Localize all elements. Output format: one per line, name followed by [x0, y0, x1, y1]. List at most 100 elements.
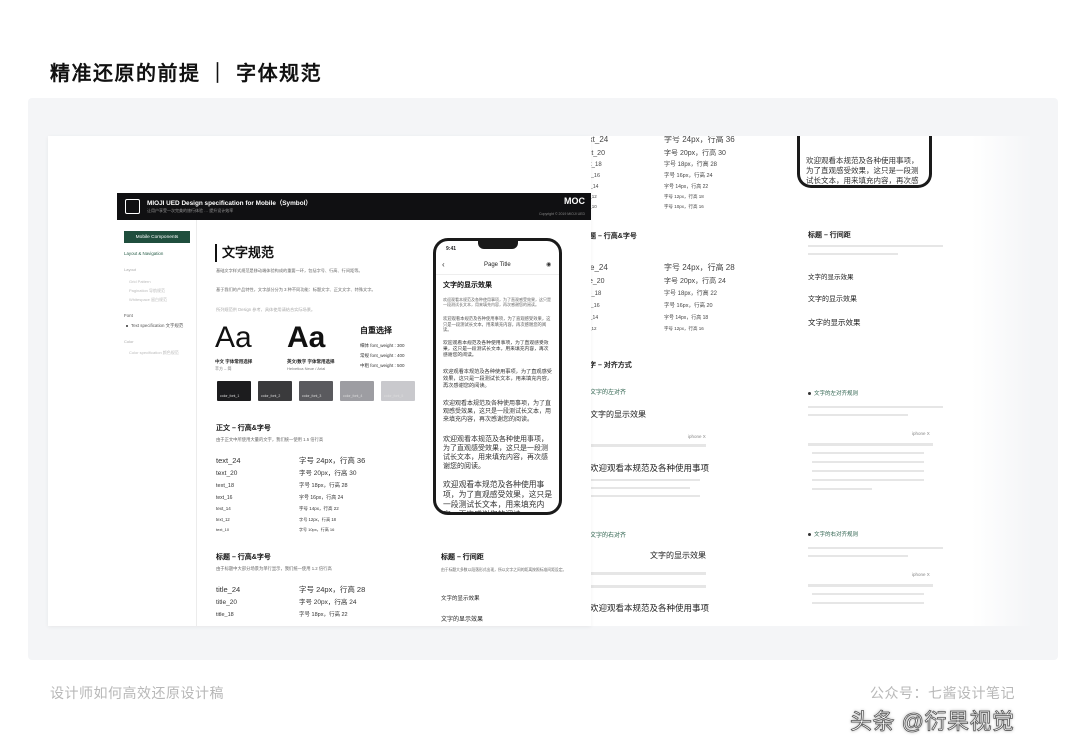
align-sample-long: 欢迎观看本规范及各种使用事项 [590, 603, 710, 613]
footer-right-text: 公众号：七酱设计笔记 [870, 685, 1015, 701]
sidebar-item[interactable]: Grid Pattern [129, 279, 151, 284]
sidebar-item-active[interactable]: Text specification 文字规范 [126, 323, 183, 329]
row-spec: 字号 24px，行高 28 [664, 263, 735, 272]
phone-paragraph: 欢迎观看本规范及各种使用事项，为了直观感受效果，这只是一段测试长文本，用来填充内… [443, 341, 549, 359]
logo-icon [125, 199, 140, 214]
color-swatch: color_font_4 [340, 381, 374, 401]
right-align-rule: 文字的右对齐规则 [808, 532, 859, 539]
sidebar-item[interactable]: Whitespace 留白规范 [129, 297, 167, 303]
weight-item: 常规 font_weight : 400 [360, 353, 405, 358]
left-align-rule-text: 文字的左对齐规则 [814, 391, 859, 397]
device-label: iphone X [912, 572, 930, 577]
font-en-name: 英文/数字 字体常用选择 [287, 359, 335, 364]
row-spec: 字号 16px，行高 24 [664, 173, 713, 179]
row-name: text_16 [216, 495, 233, 501]
sidebar-item[interactable]: Color specification 颜色规范 [129, 350, 179, 356]
row-spec: 字号 14px，行高 22 [299, 506, 339, 511]
phone-paragraph: 欢迎观看本规范及各种使用事项，为了直观感受效果，这只是一段测试长文本，用来填充内… [443, 369, 552, 389]
row-spec: 字号 12px，行高 18 [299, 517, 337, 522]
color-swatch: color_font_1 [217, 381, 251, 401]
device-label: iphone X [688, 434, 706, 439]
swatch-label: color_font_5 [384, 394, 404, 398]
row-spec: 字号 12px，行高 16 [664, 326, 704, 331]
sidebar-item-label: Text specification 文字规范 [131, 323, 184, 328]
section-desc: 由于标题中大部分场景为单行显示，我们统一使用 1.2 倍行高 [216, 566, 332, 571]
left-align-label: 文字的左对齐 [590, 390, 627, 396]
row-name: text_24 [216, 456, 241, 465]
spacing-item: 文字的显示效果 [808, 318, 861, 327]
phone-paragraph: 欢迎观看本规范及各种使用事项，为了直观感受效果，这只是一段测试长文本，用来填充内… [443, 401, 552, 423]
font-sample-cn: Aa [215, 321, 252, 354]
phone-paragraph: 欢迎观看本规范及各种使用事项，为了直观感受效果，这只是一段测试长文本，用来填充内… [443, 316, 551, 333]
doc-logo-right: MOC [564, 196, 585, 206]
sidebar-active-button[interactable]: Mobile Components [124, 231, 190, 243]
right-align-rule-text: 文字的右对齐规则 [814, 532, 859, 538]
swatch-label: color_font_3 [302, 394, 322, 398]
swatch-label: color_font_4 [343, 394, 363, 398]
sidebar-item[interactable]: Layout & Navigation [124, 251, 163, 256]
phone-paragraph: 欢迎观看本规范及各种使用事项，为了直观感受效果，这只是一段测试长文本，用来填充内… [806, 156, 919, 185]
footer-left-text: 设计师如何高效还原设计稿 [50, 685, 224, 701]
weight-item: 细体 font_weight : 300 [360, 343, 405, 348]
weight-title: 自重选择 [360, 326, 392, 335]
doc-title: MIOJI UED Design specification for Mobil… [147, 200, 312, 207]
row-spec: 字号 18px，行高 28 [299, 483, 348, 489]
doc-desc: 基于我们的产品特性，文字部分分为 3 种不同功能：标题文字、正文文字、特殊文字。 [216, 287, 376, 292]
row-spec: 字号 14px，行高 22 [664, 184, 709, 190]
phone-heading: 文字的显示效果 [443, 282, 492, 289]
row-name: text_20 [216, 470, 238, 477]
doc-copyright: Copyright © 2019 MIOJI UED [539, 212, 585, 216]
left-align-rule: 文字的左对齐规则 [808, 391, 859, 398]
doc-main: 文字规范 基础文字样式规范是移动端体验构成的重要一环，包括字号、行高、行间距等。… [198, 220, 430, 626]
sidebar-group: Color [124, 339, 134, 344]
align-sample: 文字的显示效果 [590, 410, 646, 419]
font-cn-sub: 苹方 – 简 [215, 366, 232, 371]
row-name: text_14 [216, 506, 231, 511]
swatch-label: color_font_2 [261, 394, 281, 398]
page-title: 精准还原的前提 ｜ 字体规范 [50, 63, 323, 85]
row-name: title_20 [216, 599, 237, 606]
phone-paragraph: 欢迎观看本规范及各种使用事项，为了直观感受效果，这只是一段测试长文本，用来填充内… [443, 297, 551, 308]
color-swatch: color_font_3 [299, 381, 333, 401]
phone-mockup: 9:41 ‹ Page Title ◉ 文字的显示效果 欢迎观看本规范及各种使用… [433, 238, 562, 515]
doc-sidebar: Mobile Components Layout & Navigation La… [117, 220, 197, 626]
row-spec: 字号 20px，行高 30 [664, 150, 726, 157]
spacing-item: 文字的显示效果 [441, 596, 480, 602]
row-spec: 字号 24px，行高 28 [299, 585, 366, 594]
row-spec: 字号 10px，行高 16 [664, 204, 704, 209]
shield-icon[interactable]: ◉ [546, 262, 551, 268]
row-name: text_10 [216, 527, 230, 532]
back-icon[interactable]: ‹ [442, 261, 445, 269]
row-spec: 字号 24px，行高 36 [299, 456, 366, 465]
spacing-item: 文字的显示效果 [808, 274, 854, 281]
swatch-label: color_font_1 [220, 394, 240, 398]
watermark: 头条 @衍果视觉 [850, 709, 1015, 735]
right-doc-col-2: 标题 – 行间距 文字的显示效果 文字的显示效果 文字的显示效果 文字的左对齐规… [798, 136, 978, 626]
row-spec: 字号 24px，行高 36 [664, 136, 735, 144]
section-title: 正文 – 行高&字号 [216, 425, 271, 432]
phone-paragraph: 欢迎观看本规范及各种使用事项，为了直观感受效果，这只是一段测试长文本，用来填充内… [443, 436, 548, 471]
row-spec: 字号 18px，行高 28 [664, 162, 718, 168]
align-sample-long: 欢迎观看本规范及各种使用事项 [590, 463, 710, 473]
doc-desc: 基础文字样式规范是移动端体验构成的重要一环，包括字号、行高、行间距等。 [216, 268, 363, 273]
row-spec: 字号 18px，行高 22 [299, 612, 348, 618]
right-align-label: 文字的右对齐 [590, 533, 627, 539]
row-spec: 字号 12px，行高 18 [664, 194, 704, 199]
device-label: iphone X [912, 431, 930, 436]
row-name: text_18 [216, 483, 235, 489]
section-desc: 由于正文中所使用大量的文字，我们统一使用 1.5 倍行高 [216, 437, 324, 442]
doc-note: 所列规范供 Design 参考，具体使用请结合实际场景。 [216, 307, 316, 312]
font-sample-en: Aa [287, 321, 326, 354]
right-phone-mockup: 欢迎观看本规范及各种使用事项，为了直观感受效果，这只是一段测试长文本，用来填充内… [797, 136, 932, 188]
row-name: text_12 [216, 517, 230, 522]
align-sample: 文字的显示效果 [650, 551, 706, 560]
row-name: title_18 [216, 612, 234, 618]
section-desc: 由于标题大多数以段落形式出现，所以文字之间的距离按照标准间距设定。 [441, 568, 567, 572]
color-swatch: color_font_2 [258, 381, 292, 401]
weight-item: 中粗 font_weight : 500 [360, 363, 405, 368]
doc-subtitle: 让用户享受一次完美的旅行体验 … 提升设计效率 [147, 208, 234, 213]
sidebar-group: Layout [124, 267, 137, 272]
row-spec: 字号 20px，行高 24 [299, 599, 357, 606]
sidebar-item[interactable]: Pagination 导航规范 [129, 288, 165, 294]
font-en-sub: Helvetica Neue / Arial [287, 366, 326, 371]
